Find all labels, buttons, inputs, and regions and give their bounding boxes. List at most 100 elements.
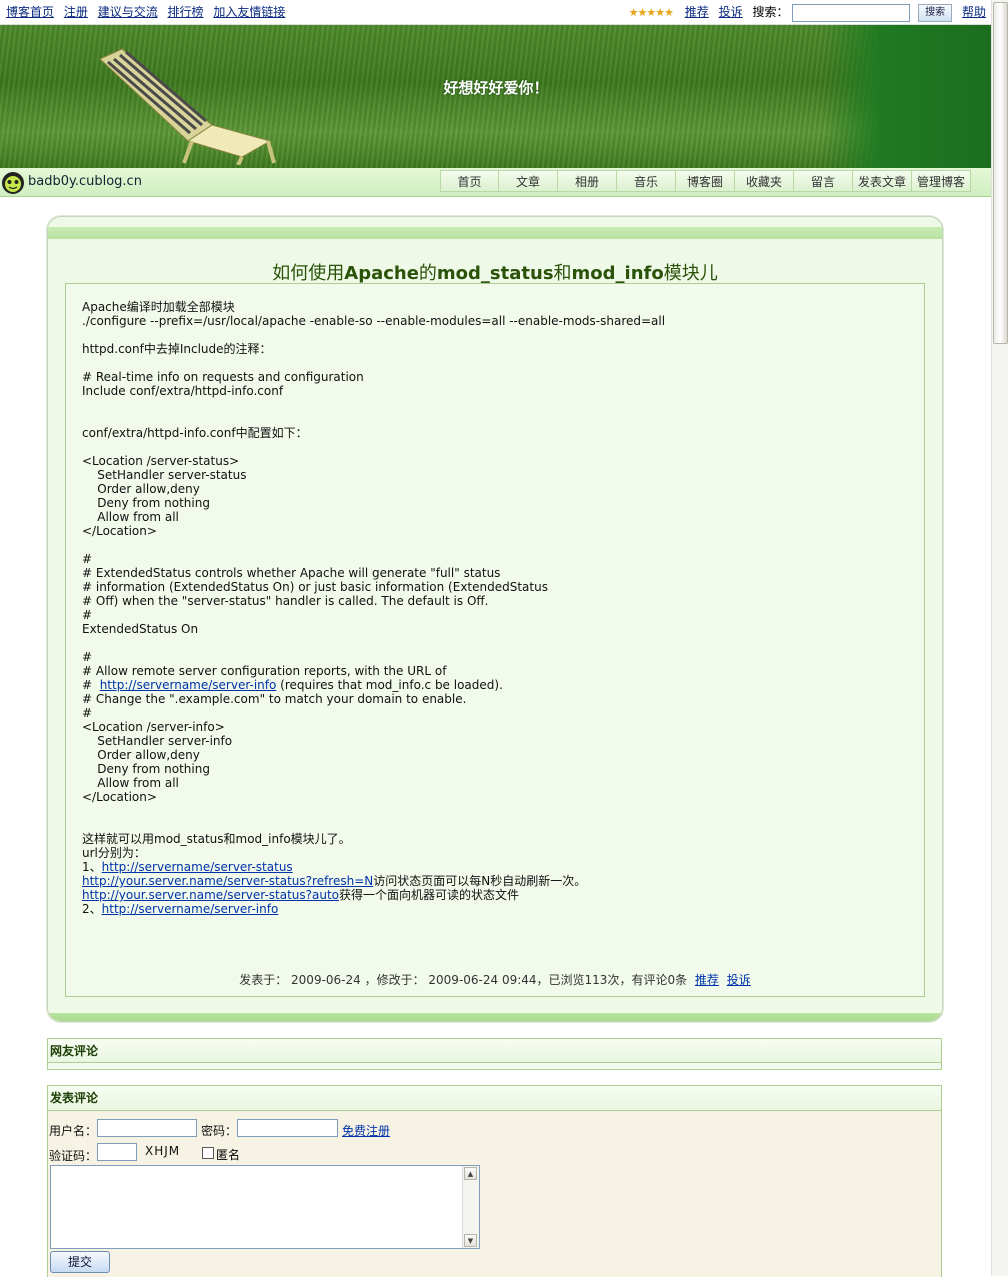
article-line-text: Order allow,deny: [82, 482, 200, 496]
article-line: [82, 398, 912, 412]
server-status-refresh-link[interactable]: http://your.server.name/server-status?re…: [82, 874, 373, 888]
captcha-field[interactable]: [97, 1143, 137, 1161]
article-line: SetHandler server-info: [82, 734, 912, 748]
article-line: url分别为：: [82, 846, 912, 860]
article-line: Allow from all: [82, 776, 912, 790]
link-register[interactable]: 注册: [64, 5, 88, 19]
nav-item-home[interactable]: 首页: [440, 170, 499, 192]
nav-item-album[interactable]: 相册: [558, 170, 617, 192]
article-top-band: [48, 227, 942, 239]
article-line: # Change the ".example.com" to match you…: [82, 692, 912, 706]
nav-item-post-article[interactable]: 发表文章: [853, 170, 912, 192]
anonymous-label: 匿名: [216, 1148, 241, 1162]
article-content-frame: Apache编译时加载全部模块 ./configure --prefix=/usr…: [65, 283, 925, 997]
article-line: Apache编译时加载全部模块: [82, 300, 912, 314]
nav-item-favorites[interactable]: 收藏夹: [735, 170, 794, 192]
title-part: mod_info: [571, 263, 664, 284]
article-line: #: [82, 706, 912, 720]
password-field[interactable]: [237, 1119, 338, 1137]
article-line: conf/extra/httpd-info.conf中配置如下：: [82, 426, 912, 440]
post-comment-header: 发表评论: [48, 1086, 941, 1111]
article-line-text: url分别为：: [82, 846, 146, 860]
textarea-scrollbar[interactable]: ▲ ▼: [462, 1166, 479, 1248]
article-line: # ExtendedStatus controls whether Apache…: [82, 566, 912, 580]
article-line: Deny from nothing: [82, 762, 912, 776]
article-line: [82, 636, 912, 650]
article-line: [82, 412, 912, 426]
refresh-note: 访问状态页面可以每N秒自动刷新一次。: [373, 874, 587, 888]
article-line: [82, 440, 912, 454]
link-blog-home[interactable]: 博客首页: [6, 5, 54, 19]
article-line-text: Include conf/extra/httpd-info.conf: [82, 384, 284, 398]
article-title: 如何使用Apache的mod_status和mod_info模块儿: [48, 259, 942, 285]
search-button[interactable]: 搜索: [918, 3, 953, 22]
article-line-text: #: [82, 608, 93, 622]
help-link[interactable]: 帮助: [962, 5, 986, 19]
link-feedback[interactable]: 建议与交流: [98, 5, 158, 19]
article-line-text: <Location /server-status>: [82, 454, 240, 468]
article-line: # http://servername/server-info (require…: [82, 678, 912, 692]
article-line: </Location>: [82, 524, 912, 538]
nav-item-articles[interactable]: 文章: [499, 170, 558, 192]
article-line: # Allow remote server configuration repo…: [82, 664, 912, 678]
article-line: [82, 328, 912, 342]
lawn-chair-icon: [99, 48, 276, 165]
nav-menu: 首页 文章 相册 音乐 博客圈 收藏夹 留言 发表文章 管理博客: [440, 170, 971, 194]
article-line-text: # ExtendedStatus controls whether Apache…: [82, 566, 501, 580]
submit-button[interactable]: 提交: [50, 1251, 110, 1273]
article-line: httpd.conf中去掉Include的注释：: [82, 342, 912, 356]
server-status-auto-link[interactable]: http://your.server.name/server-status?au…: [82, 888, 339, 902]
post-comment-form: 发表评论 用户名： 密码： 免费注册 验证码： XHJM 匿名 ▲ ▼ 提交: [47, 1085, 942, 1277]
article-line: Deny from nothing: [82, 496, 912, 510]
page-scrollbar[interactable]: [991, 0, 1008, 1276]
username-field[interactable]: [97, 1119, 197, 1137]
article-line-text: <Location /server-info>: [82, 720, 225, 734]
scroll-up-icon[interactable]: ▲: [464, 1167, 477, 1180]
nav-item-manage-blog[interactable]: 管理博客: [912, 170, 971, 192]
captcha-code: XHJM: [145, 1144, 181, 1158]
scrollbar-thumb[interactable]: [993, 2, 1008, 344]
link-add-friend-link[interactable]: 加入友情链接: [213, 5, 285, 19]
article-line-text: 这样就可以用mod_status和mod_info模块儿了。: [82, 832, 351, 846]
article-line-text: #: [82, 552, 93, 566]
site-url: badb0y.cublog.cn: [28, 174, 142, 189]
article-bottom-band: [48, 1013, 942, 1021]
comment-textarea[interactable]: ▲ ▼: [50, 1165, 480, 1249]
article-recommend-link[interactable]: 推荐: [695, 973, 719, 987]
server-info-link[interactable]: http://servername/server-info: [100, 678, 277, 692]
title-part: 和: [553, 263, 572, 284]
article-complain-link[interactable]: 投诉: [727, 973, 751, 987]
article-line-text: conf/extra/httpd-info.conf中配置如下：: [82, 426, 308, 440]
search-input[interactable]: [792, 3, 911, 22]
article-line: #: [82, 608, 912, 622]
nav-item-music[interactable]: 音乐: [617, 170, 676, 192]
anonymous-checkbox[interactable]: [202, 1147, 214, 1159]
article-line: #: [82, 650, 912, 664]
article-meta-text: 发表于： 2009-06-24 ，修改于： 2009-06-24 09:44，已…: [239, 973, 688, 987]
server-info-link-2[interactable]: http://servername/server-info: [102, 902, 279, 916]
top-recommend-link[interactable]: 推荐: [685, 5, 709, 19]
article-line: # information (ExtendedStatus On) or jus…: [82, 580, 912, 594]
article-line: Include conf/extra/httpd-info.conf: [82, 384, 912, 398]
server-status-link[interactable]: http://servername/server-status: [102, 860, 293, 874]
nav-item-guestbook[interactable]: 留言: [794, 170, 853, 192]
free-register-link[interactable]: 免费注册: [342, 1122, 390, 1139]
article-panel: 如何使用Apache的mod_status和mod_info模块儿 Apache…: [47, 216, 943, 1022]
article-line: http://your.server.name/server-status?re…: [82, 874, 912, 888]
nav-item-blog-circle[interactable]: 博客圈: [676, 170, 735, 192]
article-line-text: #: [82, 650, 93, 664]
search-label: 搜索：: [752, 5, 789, 19]
article-line-text: #: [82, 706, 93, 720]
article-line-text: Deny from nothing: [82, 496, 210, 510]
article-line: ./configure --prefix=/usr/local/apache -…: [82, 314, 912, 328]
article-line: # Off) when the "server-status" handler …: [82, 594, 912, 608]
article-line: [82, 356, 912, 370]
top-complain-link[interactable]: 投诉: [719, 5, 743, 19]
article-line: <Location /server-status>: [82, 454, 912, 468]
article-line: [82, 818, 912, 832]
article-meta: 发表于： 2009-06-24 ，修改于： 2009-06-24 09:44，已…: [66, 971, 924, 988]
scroll-down-icon[interactable]: ▼: [464, 1234, 477, 1247]
article-line-text: Apache编译时加载全部模块: [82, 300, 235, 314]
article-line: Order allow,deny: [82, 482, 912, 496]
link-ranking[interactable]: 排行榜: [168, 5, 204, 19]
